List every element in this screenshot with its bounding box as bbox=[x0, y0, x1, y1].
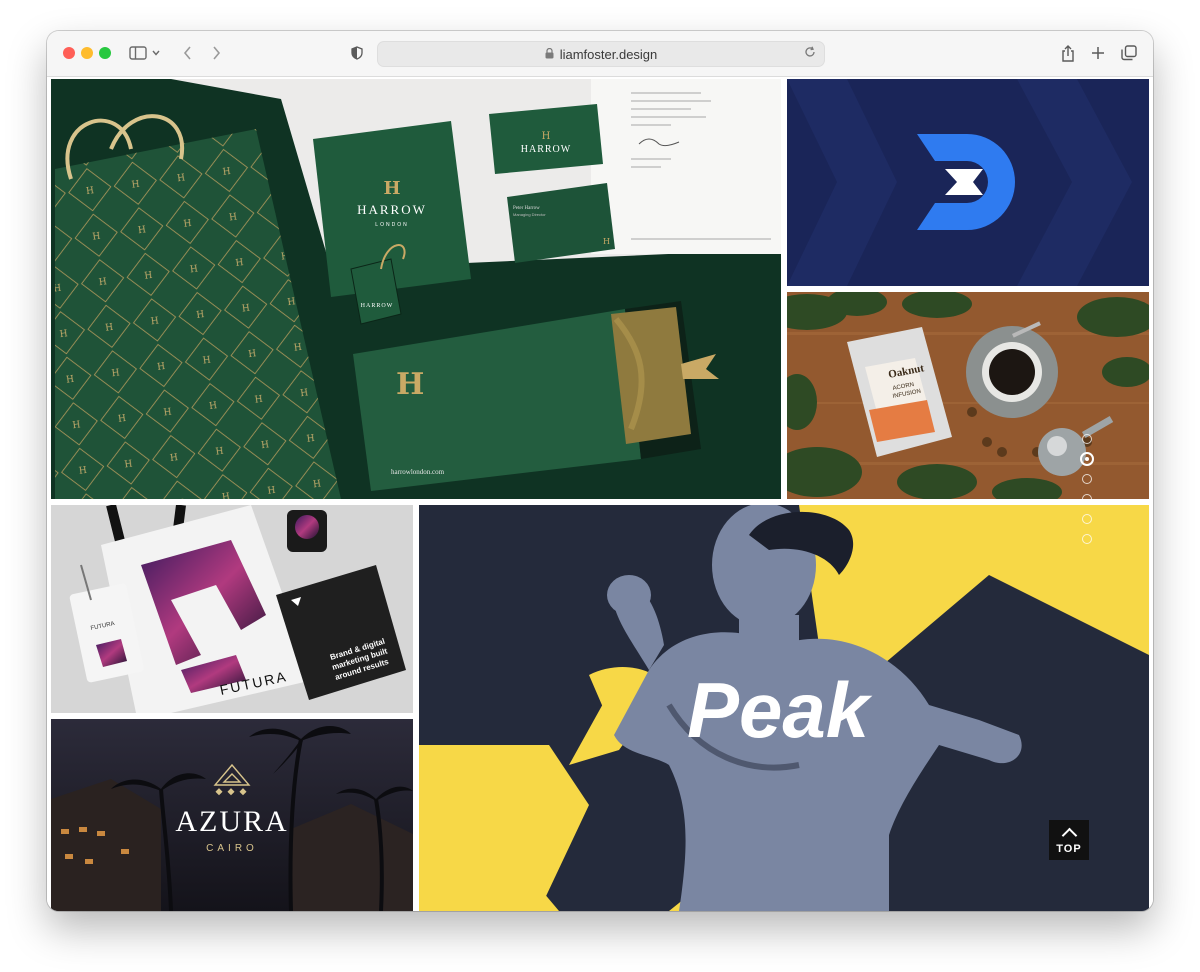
futura-project-tile[interactable]: FUTURA FUTURA Brand & digital marketing … bbox=[51, 505, 413, 713]
slider-dot[interactable] bbox=[1082, 474, 1092, 484]
oaknut-artwork: Oaknut ACORN INFUSION bbox=[787, 292, 1149, 499]
forward-arrow-icon[interactable] bbox=[205, 42, 227, 64]
slider-dot[interactable] bbox=[1080, 452, 1094, 466]
peak-project-tile[interactable]: Peak bbox=[419, 505, 1149, 911]
harrow-website: harrowlondon.com bbox=[391, 468, 445, 476]
share-icon[interactable] bbox=[1057, 42, 1079, 64]
harrow-box-sub: LONDON bbox=[375, 222, 408, 228]
svg-text:H: H bbox=[603, 237, 610, 246]
svg-text:H: H bbox=[542, 131, 551, 142]
chevron-down-icon[interactable] bbox=[149, 42, 163, 64]
reload-icon[interactable] bbox=[804, 46, 816, 61]
lock-icon bbox=[545, 47, 554, 62]
harrow-card-brand: HARROW bbox=[521, 144, 571, 155]
azura-city: CAIRO bbox=[206, 843, 258, 854]
harrow-project-tile[interactable]: H HARROW LONDON HARROW H HARROW Peter Ha… bbox=[51, 79, 781, 499]
portfolio-grid: H HARROW LONDON HARROW H HARROW Peter Ha… bbox=[47, 77, 1153, 911]
azura-project-tile[interactable]: AZURA CAIRO bbox=[51, 719, 413, 911]
browser-toolbar: liamfoster.design bbox=[47, 31, 1153, 77]
new-tab-icon[interactable] bbox=[1087, 42, 1109, 64]
azura-brand: AZURA bbox=[175, 805, 288, 838]
tab-overview-icon[interactable] bbox=[1118, 42, 1140, 64]
d-logo-project-tile[interactable] bbox=[787, 79, 1149, 286]
d-logo-artwork bbox=[787, 79, 1149, 286]
slider-dot[interactable] bbox=[1082, 514, 1092, 524]
chevron-up-icon bbox=[1061, 827, 1077, 843]
close-window-button[interactable] bbox=[63, 47, 75, 59]
privacy-shield-icon[interactable] bbox=[346, 42, 368, 64]
harrow-box-monogram: H bbox=[383, 178, 400, 199]
sidebar-toggle-icon[interactable] bbox=[127, 42, 149, 64]
slider-dot[interactable] bbox=[1082, 494, 1092, 504]
minimize-window-button[interactable] bbox=[81, 47, 93, 59]
harrow-artwork: H HARROW LONDON HARROW H HARROW Peter Ha… bbox=[51, 79, 781, 499]
harrow-box-long-monogram: H bbox=[396, 367, 424, 402]
harrow-card-role: Managing Director bbox=[513, 212, 546, 217]
zoom-window-button[interactable] bbox=[99, 47, 111, 59]
azura-artwork: AZURA CAIRO bbox=[51, 719, 413, 911]
slider-dot[interactable] bbox=[1082, 434, 1092, 444]
back-to-top-label: TOP bbox=[1056, 842, 1082, 855]
peak-brand: Peak bbox=[687, 666, 873, 754]
slider-dot[interactable] bbox=[1082, 534, 1092, 544]
peak-artwork: Peak bbox=[419, 505, 1149, 911]
oaknut-project-tile[interactable]: Oaknut ACORN INFUSION bbox=[787, 292, 1149, 499]
address-bar[interactable]: liamfoster.design bbox=[377, 41, 825, 67]
futura-artwork: FUTURA FUTURA Brand & digital marketing … bbox=[51, 505, 413, 713]
back-arrow-icon[interactable] bbox=[177, 42, 199, 64]
back-to-top-button[interactable]: TOP bbox=[1049, 820, 1089, 860]
harrow-card-name: Peter Harrow bbox=[513, 206, 540, 211]
harrow-box-brand: HARROW bbox=[357, 202, 427, 217]
harrow-tag-brand: HARROW bbox=[361, 303, 394, 309]
url-text: liamfoster.design bbox=[559, 46, 658, 62]
browser-window: liamfoster.design H HARROW LONDON HARROW… bbox=[47, 31, 1153, 911]
